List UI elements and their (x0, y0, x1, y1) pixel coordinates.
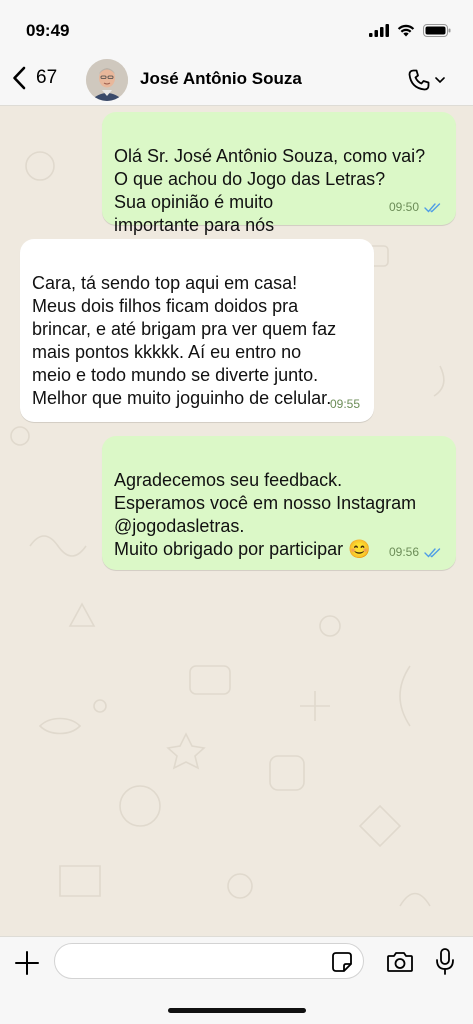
phone-icon (408, 69, 430, 91)
status-icons (369, 24, 451, 37)
message-meta: 09:56 (389, 541, 442, 564)
message-meta: 09:55 (330, 393, 360, 416)
home-indicator (168, 1008, 306, 1013)
message-meta: 09:50 (389, 196, 442, 219)
attach-button[interactable] (14, 950, 40, 981)
call-button[interactable] (407, 68, 445, 92)
message-time: 09:50 (388, 200, 419, 214)
message-input[interactable] (55, 944, 315, 978)
plus-icon (15, 951, 39, 975)
message-input-container[interactable] (54, 943, 364, 979)
chevron-down-icon (435, 77, 445, 84)
message-time: 09:56 (388, 545, 419, 559)
camera-icon (387, 952, 413, 972)
microphone-icon (436, 948, 454, 975)
sticker-icon (332, 952, 352, 972)
camera-button[interactable] (386, 950, 414, 979)
message-text: Cara, tá sendo top aqui em casa! Meus do… (32, 273, 337, 408)
status-bar: 09:49 (0, 0, 473, 56)
microphone-button[interactable] (434, 947, 456, 982)
message-bubble-outgoing[interactable]: Agradecemos seu feedback. Esperamos você… (102, 436, 456, 570)
back-button[interactable]: 67 (12, 66, 57, 90)
contact-name[interactable]: José Antônio Souza (140, 69, 302, 89)
signal-icon (369, 24, 389, 37)
double-check-read-icon (424, 548, 441, 558)
chat-area[interactable]: Olá Sr. José Antônio Souza, como vai? O … (0, 106, 473, 936)
chevron-left-icon (13, 66, 26, 90)
wifi-icon (397, 24, 415, 37)
battery-icon (423, 24, 451, 37)
message-time: 09:55 (329, 397, 360, 411)
double-check-read-icon (424, 203, 441, 213)
status-time: 09:49 (26, 21, 70, 40)
message-text: Agradecemos seu feedback. Esperamos você… (114, 470, 417, 559)
message-text: Olá Sr. José Antônio Souza, como vai? O … (114, 146, 426, 235)
message-bubble-outgoing[interactable]: Olá Sr. José Antônio Souza, como vai? O … (102, 112, 456, 235)
avatar[interactable] (86, 59, 128, 101)
unread-count: 67 (36, 67, 58, 88)
sticker-button[interactable] (331, 951, 353, 978)
message-bubble-incoming[interactable]: Cara, tá sendo top aqui em casa! Meus do… (20, 239, 374, 422)
chat-header: 67 José Antônio Souza (0, 56, 473, 106)
